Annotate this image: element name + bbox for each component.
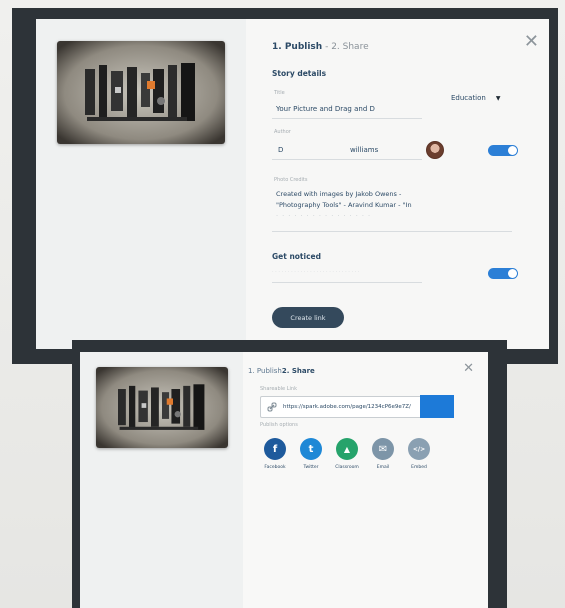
share-facebook[interactable]: f Facebook [260,438,290,470]
classroom-icon: ▲ [336,438,358,460]
share-twitter[interactable]: t Twitter [296,438,326,470]
title-field[interactable]: Your Picture and Drag and D [276,105,375,113]
share-email[interactable]: ✉ Email [368,438,398,470]
facebook-icon: f [264,438,286,460]
story-thumbnail [57,41,225,144]
embed-icon: </> [408,438,430,460]
title-label: Title [274,90,285,96]
publish-steps: 1. Publish - 2. Share [272,42,369,52]
copy-link-button[interactable] [420,395,454,418]
share-steps: 1. Publish2. Share [248,367,315,375]
publish-options-label: Publish options [260,422,298,428]
email-icon: ✉ [372,438,394,460]
credits-overflow-fade: · · · · · · · · · · · · · · · · [276,212,372,220]
share-email-label: Email [376,465,390,470]
category-dropdown[interactable]: Education ▼ [451,94,500,102]
share-embed[interactable]: </> Embed [404,438,434,470]
share-dialog: ✕ 1. Publish2. Share Shareable Link Publ… [80,352,488,608]
step-share[interactable]: 2. Share [331,42,368,52]
share-classroom[interactable]: ▲ Classroom [332,438,362,470]
chevron-down-icon: ▼ [495,95,501,102]
share-classroom-label: Classroom [335,465,359,470]
photo-credits-label: Photo Credits [274,177,308,183]
share-options-row: f Facebook t Twitter ▲ Classroom ✉ Email… [260,438,440,478]
publish-dialog: ✕ 1. Publish - 2. Share Story details Ti… [36,19,549,349]
get-noticed-toggle[interactable] [488,268,518,279]
flatlay-photo-image [96,367,228,448]
step-publish[interactable]: 1. Publish [272,42,322,52]
flatlay-photo-image [57,41,225,144]
step-separator: - [322,42,332,52]
close-icon[interactable]: ✕ [463,362,474,375]
create-link-button[interactable]: Create link [272,307,344,328]
shareable-link-input[interactable] [283,401,415,413]
story-details-heading: Story details [272,69,327,78]
get-noticed-description: · · · · · · · · · · · · · · · · · · · · … [272,269,360,275]
get-noticed-heading: Get noticed [272,252,321,261]
credits-underline [272,231,512,232]
author-underline [272,159,422,160]
avatar [426,141,444,159]
share-embed-label: Embed [411,465,427,470]
close-icon[interactable]: ✕ [524,33,539,51]
share-facebook-label: Facebook [264,465,286,470]
author-last-name-field[interactable]: williams [350,146,378,154]
category-value: Education [451,94,486,102]
story-thumbnail [96,367,228,448]
step-share[interactable]: 2. Share [282,367,315,375]
twitter-icon: t [300,438,322,460]
credits-line-1: Created with images by Jakob Owens - [276,190,402,198]
link-icon [267,402,277,412]
author-label: Author [274,129,291,135]
author-first-name-field[interactable]: D [278,146,283,154]
title-underline [272,118,422,119]
share-twitter-label: Twitter [303,465,319,470]
shareable-link-label: Shareable Link [260,386,297,392]
credits-line-2: "Photography Tools" - Aravind Kumar - "I… [276,201,412,209]
photo-credits-field[interactable]: Created with images by Jakob Owens - "Ph… [276,189,466,222]
preview-pane [80,352,243,608]
get-noticed-underline [272,282,422,283]
author-toggle[interactable] [488,145,518,156]
preview-pane [36,19,246,349]
step-publish[interactable]: 1. Publish [248,367,282,375]
